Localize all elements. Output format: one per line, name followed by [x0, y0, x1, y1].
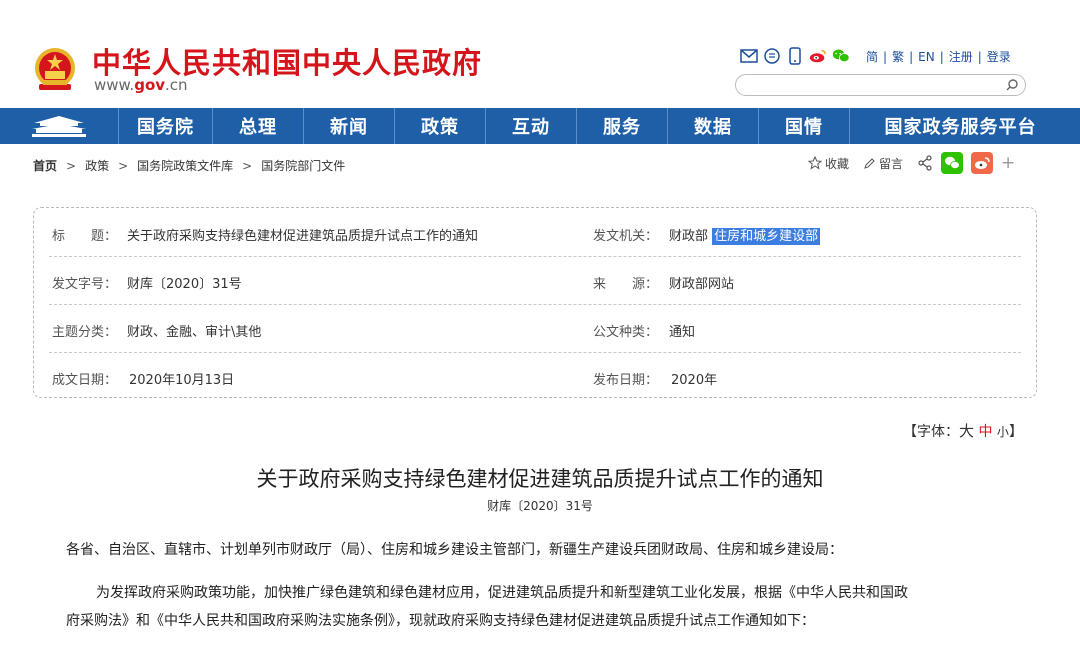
weibo-share-icon[interactable] [971, 152, 994, 174]
written-date-value: 2020年10月13日 [129, 373, 235, 388]
nav-item-national-info[interactable]: 国情 [758, 108, 849, 144]
doc-type-label: 公文种类： [593, 325, 659, 340]
nav-item-premier[interactable]: 总理 [212, 108, 303, 144]
national-emblem-icon[interactable] [33, 46, 77, 94]
breadcrumb-department-docs[interactable]: 国务院部门文件 [261, 157, 345, 174]
publish-date-value: 2020年 [671, 373, 718, 388]
comment-button[interactable]: 留言 [863, 155, 903, 172]
share-toolbar: 收藏 留言 + [808, 152, 1015, 174]
breadcrumb: 首页 > 政策 > 国务院政策文件库 > 国务院部门文件 [33, 157, 345, 174]
font-size-medium[interactable]: 中 [978, 424, 992, 440]
mail-icon[interactable] [740, 47, 758, 65]
site-url-prefix: www. [94, 76, 135, 94]
divider: | [939, 49, 944, 64]
nav-item-policy[interactable]: 政策 [394, 108, 485, 144]
article-salutation: 各省、自治区、直辖市、计划单列市财政厅（局）、住房和城乡建设主管部门，新疆生产建… [66, 542, 843, 558]
favorite-label: 收藏 [825, 156, 850, 171]
star-icon [808, 156, 822, 170]
nav-item-gov-service-platform[interactable]: 国家政务服务平台 [849, 108, 1071, 144]
wechat-icon[interactable] [832, 47, 850, 65]
breadcrumb-home[interactable]: 首页 [33, 157, 57, 174]
divider: | [883, 49, 888, 64]
info-row: 标 题： 关于政府采购支持绿色建材促进建筑品质提升试点工作的通知 发文机关： 财… [49, 209, 1021, 257]
wechat-share-icon[interactable] [941, 152, 964, 174]
info-row: 主题分类： 财政、金融、审计\其他 公文种类： 通知 [49, 305, 1021, 353]
header-tool-icons [740, 46, 850, 66]
font-size-large[interactable]: 大 [959, 422, 974, 440]
article-paragraph-line: 为发挥政府采购政策功能，加快推广绿色建筑和绿色建材应用，促进建筑品质提升和新型建… [96, 585, 908, 601]
category-value: 财政、金融、审计\其他 [127, 325, 262, 340]
info-row: 成文日期： 2020年10月13日 发布日期： 2020年 [49, 353, 1021, 401]
document-info-box: 标 题： 关于政府采购支持绿色建材促进建筑品质提升试点工作的通知 发文机关： 财… [33, 207, 1037, 398]
doc-number-value: 财库〔2020〕31号 [127, 277, 242, 292]
site-url-domain: gov [134, 76, 166, 94]
doc-type-value: 通知 [669, 325, 696, 340]
font-size-prefix: 【字体： [903, 424, 959, 440]
lang-english-link[interactable]: EN [918, 50, 935, 64]
search-box [735, 74, 1026, 96]
more-share-button[interactable]: + [1001, 153, 1015, 173]
source-value: 财政部网站 [669, 277, 735, 292]
lang-links: 简 | 繁 | EN | 注册 | 登录 [866, 48, 1011, 65]
tiananmen-icon [32, 116, 86, 137]
issuer-value-1: 财政部 [669, 229, 709, 244]
font-size-suffix: 】 [1008, 424, 1023, 440]
share-icon[interactable] [917, 155, 933, 171]
nav-item-state-council[interactable]: 国务院 [118, 108, 212, 144]
font-size-small[interactable]: 小 [997, 425, 1009, 439]
register-link[interactable]: 注册 [949, 48, 973, 65]
category-label: 主题分类： [52, 325, 118, 340]
article-title: 关于政府采购支持绿色建材促进建筑品质提升试点工作的通知 [256, 467, 824, 491]
lang-traditional-link[interactable]: 繁 [892, 48, 904, 65]
written-date-label: 成文日期： [52, 373, 118, 388]
issuer-value: 财政部 住房和城乡建设部 [669, 225, 821, 245]
mobile-icon[interactable] [786, 47, 804, 65]
breadcrumb-policy[interactable]: 政策 [85, 157, 109, 174]
nav-item-services[interactable]: 服务 [576, 108, 667, 144]
site-url[interactable]: www.gov.cn [94, 76, 188, 94]
nav-item-data[interactable]: 数据 [667, 108, 758, 144]
issuer-value-2: 住房和城乡建设部 [712, 228, 821, 245]
weibo-icon[interactable] [809, 47, 827, 65]
source-label: 来 源： [593, 277, 659, 292]
login-link[interactable]: 登录 [987, 48, 1011, 65]
font-size-switcher: 【字体：大 中 小】 [903, 420, 1023, 441]
search-icon[interactable] [1005, 78, 1019, 92]
chevron-right-icon: > [118, 158, 129, 173]
article-paragraph-line: 府采购法》和《中华人民共和国政府采购法实施条例》，现就政府采购支持绿色建材促进建… [66, 613, 815, 629]
message-icon[interactable] [763, 47, 781, 65]
article-doc-number: 财库〔2020〕31号 [487, 499, 593, 513]
nav-item-interaction[interactable]: 互动 [485, 108, 576, 144]
doc-number-label: 发文字号： [52, 277, 118, 292]
divider: | [909, 49, 914, 64]
nav-item-news[interactable]: 新闻 [303, 108, 394, 144]
main-nav: 国务院 总理 新闻 政策 互动 服务 数据 国情 国家政务服务平台 [0, 108, 1080, 144]
chevron-right-icon: > [242, 158, 253, 173]
issuer-label: 发文机关： [593, 229, 659, 244]
divider: | [977, 49, 982, 64]
nav-home[interactable] [0, 108, 118, 144]
breadcrumb-policy-library[interactable]: 国务院政策文件库 [137, 157, 233, 174]
comment-label: 留言 [879, 156, 904, 171]
site-header: 中华人民共和国中央人民政府 www.gov.cn 简 | 繁 | EN | 注册… [0, 0, 1080, 108]
site-url-suffix: .cn [165, 76, 188, 94]
search-input[interactable] [746, 76, 996, 96]
favorite-button[interactable]: 收藏 [808, 155, 849, 172]
chevron-right-icon: > [66, 158, 77, 173]
title-label: 标 题： [52, 229, 118, 244]
pen-icon [864, 157, 875, 169]
lang-simplified-link[interactable]: 简 [866, 48, 878, 65]
publish-date-label: 发布日期： [593, 373, 659, 388]
title-value: 关于政府采购支持绿色建材促进建筑品质提升试点工作的通知 [127, 229, 479, 244]
info-row: 发文字号： 财库〔2020〕31号 来 源： 财政部网站 [49, 257, 1021, 305]
